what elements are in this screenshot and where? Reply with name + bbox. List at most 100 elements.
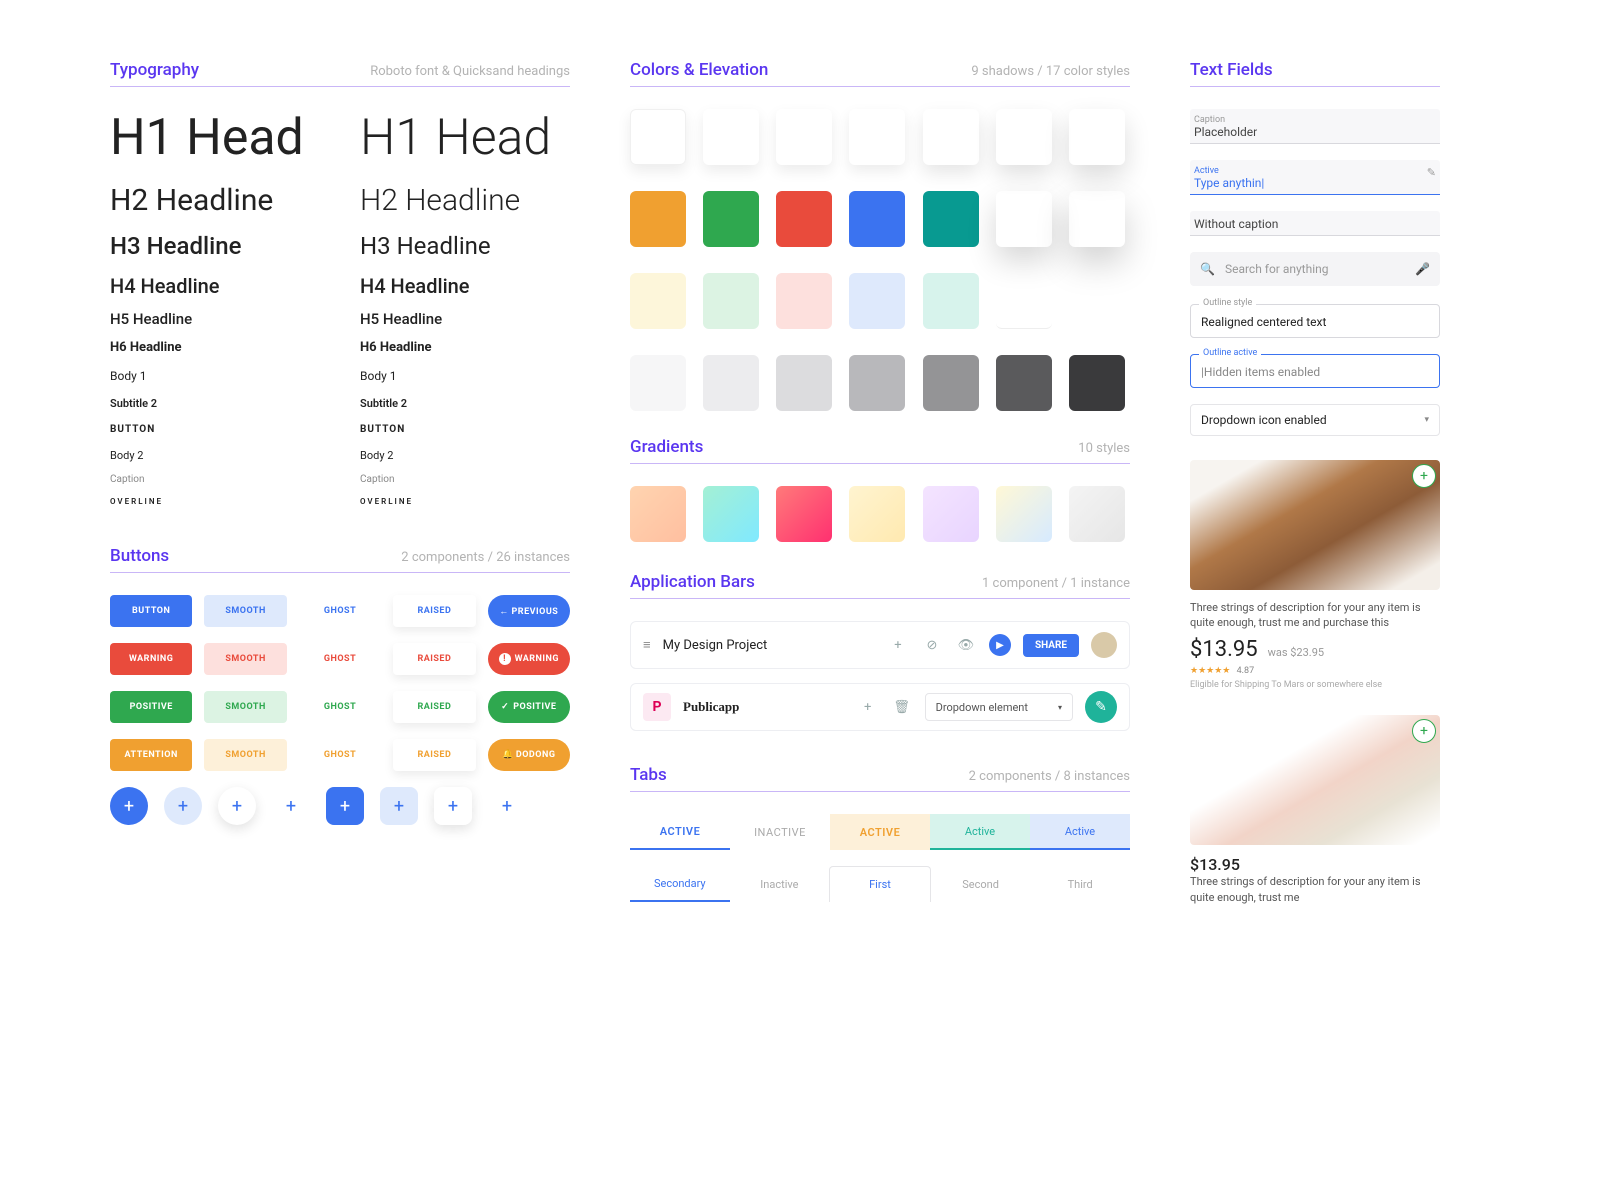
button-smooth[interactable]: SMOOTH	[204, 595, 286, 627]
button-positive-pill[interactable]: ✓ POSITIVE	[488, 691, 570, 723]
color-swatch	[776, 355, 832, 411]
elevation-swatch	[1069, 109, 1125, 165]
shipping-note: Eligible for Shipping To Mars or somewhe…	[1190, 680, 1440, 692]
section-subtitle: 9 shadows / 17 color styles	[971, 64, 1130, 79]
textfield-caption-label: Active	[1194, 166, 1436, 176]
gradient-swatches	[630, 486, 1130, 542]
color-swatch	[923, 355, 979, 411]
button-raised[interactable]: RAISED	[393, 739, 475, 771]
color-swatches-primary	[630, 191, 1130, 247]
icon-button-add-sq-solid[interactable]: +	[326, 787, 364, 825]
section-subtitle: 10 styles	[1078, 441, 1130, 456]
icon-button-add-soft[interactable]: +	[164, 787, 202, 825]
button-warning-pill[interactable]: ! WARNING	[488, 643, 570, 675]
typography-header: Typography Roboto font & Quicksand headi…	[110, 60, 570, 87]
color-swatch	[630, 191, 686, 247]
caption-sample: Caption	[360, 474, 570, 485]
button-ghost[interactable]: GHOST	[299, 691, 381, 723]
tab-third[interactable]: Third	[1030, 866, 1130, 902]
explore-icon[interactable]: ⊘	[921, 634, 943, 656]
color-swatches-tint	[630, 273, 1130, 329]
textfield-no-caption[interactable]: Without caption	[1190, 211, 1440, 236]
share-button[interactable]: SHARE	[1023, 634, 1079, 657]
eye-icon[interactable]: 👁	[955, 634, 977, 656]
color-swatch	[996, 273, 1052, 329]
icon-button-add-raised[interactable]: +	[218, 787, 256, 825]
button-previous[interactable]: ← PREVIOUS	[488, 595, 570, 627]
button-ghost[interactable]: GHOST	[299, 595, 381, 627]
textfield-active[interactable]: ✎ Active Type anythin|	[1190, 160, 1440, 195]
dropdown-element[interactable]: Dropdown element▾	[925, 693, 1073, 721]
textfield-outline[interactable]: Outline style Realigned centered text	[1190, 304, 1440, 338]
play-icon[interactable]: ▶	[989, 634, 1011, 656]
menu-icon[interactable]: ≡	[643, 637, 651, 653]
tab-secondary[interactable]: Secondary	[630, 866, 730, 902]
mic-icon[interactable]: 🎤	[1415, 262, 1430, 276]
trash-icon[interactable]: 🗑	[891, 696, 913, 718]
gradient-swatch	[630, 486, 686, 542]
tab-inactive[interactable]: Inactive	[730, 866, 830, 902]
tab-active-teal[interactable]: Active	[930, 814, 1030, 850]
h4-sample: H4 Headline	[360, 274, 570, 298]
tab-active[interactable]: ACTIVE	[630, 814, 730, 850]
textfield-caption-label: Outline active	[1199, 348, 1261, 358]
button-warning[interactable]: WARNING	[110, 643, 192, 675]
add-to-cart-button[interactable]: +	[1412, 464, 1436, 488]
add-icon[interactable]: +	[857, 696, 879, 718]
button-ghost[interactable]: GHOST	[299, 739, 381, 771]
tab-row-2: Secondary Inactive First Second Third	[630, 866, 1130, 902]
bell-icon: 🔔	[502, 750, 514, 760]
button-positive[interactable]: POSITIVE	[110, 691, 192, 723]
subtitle2-sample: Subtitle 2	[110, 397, 320, 410]
textfield-caption[interactable]: Caption Placeholder	[1190, 109, 1440, 144]
plus-icon: +	[232, 796, 242, 817]
check-icon: ✓	[501, 702, 509, 712]
product-was-price: was $23.95	[1268, 646, 1324, 659]
color-swatch	[849, 355, 905, 411]
button-solid[interactable]: BUTTON	[110, 595, 192, 627]
tabs-header: Tabs 2 components / 8 instances	[630, 765, 1130, 792]
rating-number: 4.87	[1237, 666, 1255, 676]
icon-button-add-sq-soft[interactable]: +	[380, 787, 418, 825]
icon-button-add-ghost[interactable]: +	[272, 787, 310, 825]
h6-sample: H6 Headline	[110, 340, 320, 355]
button-text-sample: BUTTON	[360, 424, 570, 435]
tab-second[interactable]: Second	[931, 866, 1031, 902]
button-smooth[interactable]: SMOOTH	[204, 739, 286, 771]
edit-fab[interactable]: ✎	[1085, 691, 1117, 723]
button-raised[interactable]: RAISED	[393, 691, 475, 723]
pencil-icon[interactable]: ✎	[1427, 166, 1436, 179]
button-attention[interactable]: ATTENTION	[110, 739, 192, 771]
button-ghost[interactable]: GHOST	[299, 643, 381, 675]
appbar-publicapp: P Publicapp + 🗑 Dropdown element▾ ✎	[630, 683, 1130, 731]
avatar[interactable]	[1091, 632, 1117, 658]
add-icon[interactable]: +	[887, 634, 909, 656]
typography-showcase: H1 Head H2 Headline H3 Headline H4 Headl…	[110, 109, 570, 506]
search-icon: 🔍	[1200, 262, 1215, 276]
project-name: My Design Project	[663, 638, 768, 653]
button-dodong-pill[interactable]: 🔔 DODONG	[488, 739, 570, 771]
tab-active-amber[interactable]: ACTIVE	[830, 814, 930, 850]
button-raised[interactable]: RAISED	[393, 595, 475, 627]
tab-first[interactable]: First	[829, 866, 931, 902]
h6-sample: H6 Headline	[360, 340, 570, 355]
textfield-outline-active[interactable]: Outline active |Hidden items enabled	[1190, 354, 1440, 388]
plus-icon: +	[448, 796, 458, 817]
textfield-caption-label: Outline style	[1199, 298, 1256, 308]
color-swatch	[703, 273, 759, 329]
icon-button-add-solid[interactable]: +	[110, 787, 148, 825]
color-swatches-gray	[630, 355, 1130, 411]
icon-button-row: + + + + + + + +	[110, 787, 570, 825]
icon-button-add-sq-ghost[interactable]: +	[488, 787, 526, 825]
icon-button-add-sq-raised[interactable]: +	[434, 787, 472, 825]
elevation-swatch	[703, 109, 759, 165]
dropdown-field[interactable]: Dropdown icon enabled ▾	[1190, 404, 1440, 436]
tab-inactive[interactable]: INACTIVE	[730, 814, 830, 850]
button-smooth[interactable]: SMOOTH	[204, 643, 286, 675]
button-raised[interactable]: RAISED	[393, 643, 475, 675]
appbar-design-project: ≡ My Design Project + ⊘ 👁 ▶ SHARE	[630, 621, 1130, 669]
tab-active-blue[interactable]: Active	[1030, 814, 1130, 850]
button-smooth[interactable]: SMOOTH	[204, 691, 286, 723]
pencil-icon: ✎	[1095, 699, 1107, 715]
search-field[interactable]: 🔍 Search for anything 🎤	[1190, 252, 1440, 286]
